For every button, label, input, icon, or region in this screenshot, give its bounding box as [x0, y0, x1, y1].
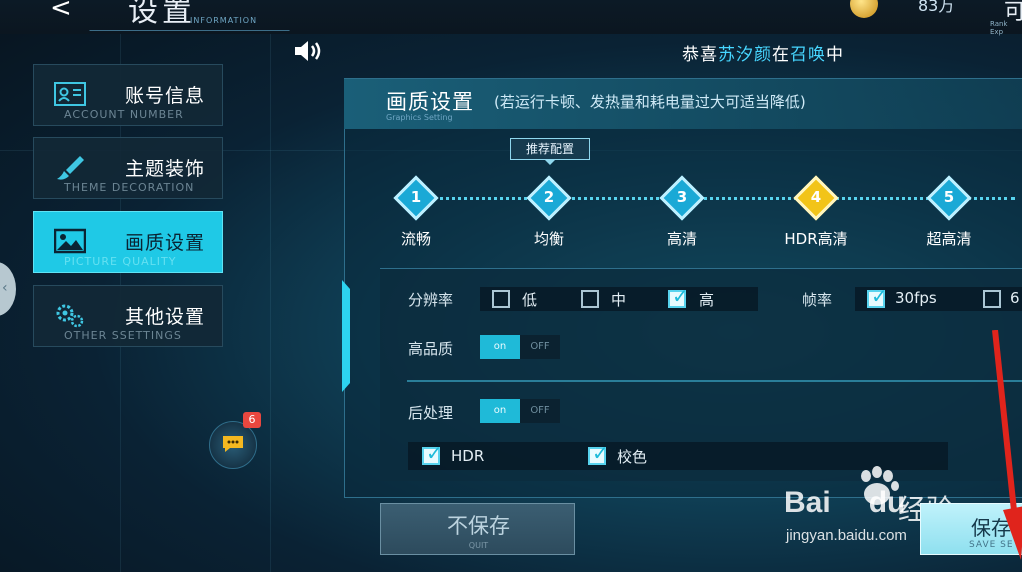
chat-bubble-icon	[223, 436, 243, 452]
preset-number: 2	[543, 188, 555, 206]
recommend-tag: 推荐配置	[510, 138, 590, 160]
option-label: 高	[699, 291, 715, 309]
back-button[interactable]: <	[50, 0, 90, 22]
framerate-60fps-checkbox[interactable]	[983, 290, 1001, 308]
preset-number: 3	[676, 188, 688, 206]
color-correction-checkbox[interactable]: ✓	[588, 441, 609, 465]
menu-label: 其他设置	[125, 306, 206, 328]
preset-number: 4	[810, 188, 822, 206]
image-icon	[54, 228, 86, 254]
menu-label-en: PICTURE QUALITY	[64, 255, 177, 268]
quit-label-en: QUIT	[468, 541, 489, 550]
page-title-en: INFORMATION	[190, 16, 258, 25]
option-label: 中	[611, 291, 627, 309]
preset-number: 5	[943, 188, 955, 206]
check-icon: ✓	[592, 441, 609, 465]
menu-label-en: THEME DECORATION	[64, 181, 195, 194]
menu-item-picture-quality[interactable]: 画质设置 PICTURE QUALITY	[33, 211, 223, 273]
preset-label: 超高清	[926, 230, 972, 248]
divider	[407, 380, 1022, 382]
watermark-brand-1: Bai	[784, 486, 831, 519]
high-quality-label: 高品质	[408, 340, 454, 358]
notice-prefix: 恭喜	[682, 45, 718, 65]
high-quality-toggle[interactable]: on OFF	[480, 335, 560, 359]
menu-item-account[interactable]: 账号信息 ACCOUNT NUMBER	[33, 64, 223, 126]
preset-hd[interactable]: 3	[658, 174, 706, 222]
preset-label: 流畅	[400, 230, 431, 248]
toggle-off: OFF	[530, 341, 550, 352]
watermark-brand: Bai du	[784, 486, 905, 520]
hdr-checkbox[interactable]: ✓	[422, 441, 443, 465]
notice-middle: 在	[772, 45, 790, 65]
menu-label: 画质设置	[125, 232, 206, 254]
preset-smooth[interactable]: 1	[392, 174, 440, 222]
summon-notice: 恭喜苏汐颜在召唤中	[682, 40, 844, 65]
side-pull-tab[interactable]: ‹	[0, 262, 16, 316]
post-process-label: 后处理	[408, 404, 454, 422]
menu-label-en: ACCOUNT NUMBER	[64, 108, 184, 121]
bg-grid-line	[270, 0, 271, 572]
check-icon: ✓	[871, 284, 888, 308]
preset-balanced[interactable]: 2	[525, 174, 573, 222]
check-icon: ✓	[672, 284, 689, 308]
resolution-low-checkbox[interactable]	[492, 290, 510, 308]
toggle-on: on	[480, 335, 520, 359]
page-title: 设置	[128, 0, 196, 29]
framerate-label: 帧率	[802, 291, 833, 309]
option-label: 校色	[617, 448, 648, 466]
toggle-on: on	[480, 399, 520, 423]
quit-button[interactable]: 不保存 QUIT	[380, 503, 575, 555]
chat-button[interactable]	[209, 421, 257, 469]
post-process-toggle[interactable]: on OFF	[480, 399, 560, 423]
option-label: HDR	[451, 447, 485, 465]
resolution-high-checkbox[interactable]: ✓	[668, 284, 689, 308]
back-arrow-icon: <	[50, 0, 72, 23]
sound-icon[interactable]	[293, 38, 323, 64]
menu-item-other-settings[interactable]: 其他设置 OTHER SSETTINGS	[33, 285, 223, 347]
menu-label-en: OTHER SSETTINGS	[64, 329, 182, 342]
preset-number: 1	[410, 188, 422, 206]
panel-title: 画质设置	[386, 90, 474, 114]
notice-event: 召唤	[790, 45, 826, 65]
preset-label: HDR高清	[784, 230, 848, 248]
preset-hdr-hd[interactable]: 4	[792, 174, 840, 222]
panel-note: (若运行卡顿、发热量和耗电量过大可适当降低)	[494, 93, 806, 111]
brush-icon	[57, 156, 84, 180]
resolution-mid-checkbox[interactable]	[581, 290, 599, 308]
rank-caption: Rank Exp	[990, 20, 1008, 36]
recommend-tag-pointer	[544, 159, 556, 165]
panel-title-en: Graphics Setting	[386, 113, 453, 122]
gears-icon	[56, 304, 84, 328]
power-value: 83万	[918, 0, 955, 15]
option-label: 低	[522, 291, 538, 309]
check-icon: ✓	[426, 441, 443, 465]
coin-icon	[850, 0, 878, 18]
menu-label: 主题装饰	[125, 158, 206, 180]
preset-ultra-hd[interactable]: 5	[925, 174, 973, 222]
resolution-label: 分辨率	[408, 291, 454, 309]
toggle-off: OFF	[530, 405, 550, 416]
preset-label: 均衡	[533, 230, 564, 248]
option-label: 30fps	[895, 289, 937, 307]
watermark-url: jingyan.baidu.com	[786, 527, 907, 544]
notice-player-name: 苏汐颜	[718, 45, 772, 65]
id-card-icon	[54, 82, 86, 106]
preset-label: 高清	[666, 230, 697, 248]
chat-badge: 6	[243, 412, 261, 428]
menu-label: 账号信息	[125, 85, 206, 107]
panel-edge-accent	[342, 280, 350, 392]
option-label: 6	[1010, 289, 1020, 307]
notice-suffix: 中	[826, 45, 844, 65]
top-bar: < 设置 INFORMATION 83万 可 Rank Exp	[0, 0, 1022, 36]
framerate-30fps-checkbox[interactable]: ✓	[867, 284, 888, 308]
quit-label: 不保存	[447, 514, 510, 538]
red-arrow-annotation	[992, 330, 1022, 560]
menu-item-theme[interactable]: 主题装饰 THEME DECORATION	[33, 137, 223, 199]
chevron-left-icon: ‹	[2, 280, 8, 296]
